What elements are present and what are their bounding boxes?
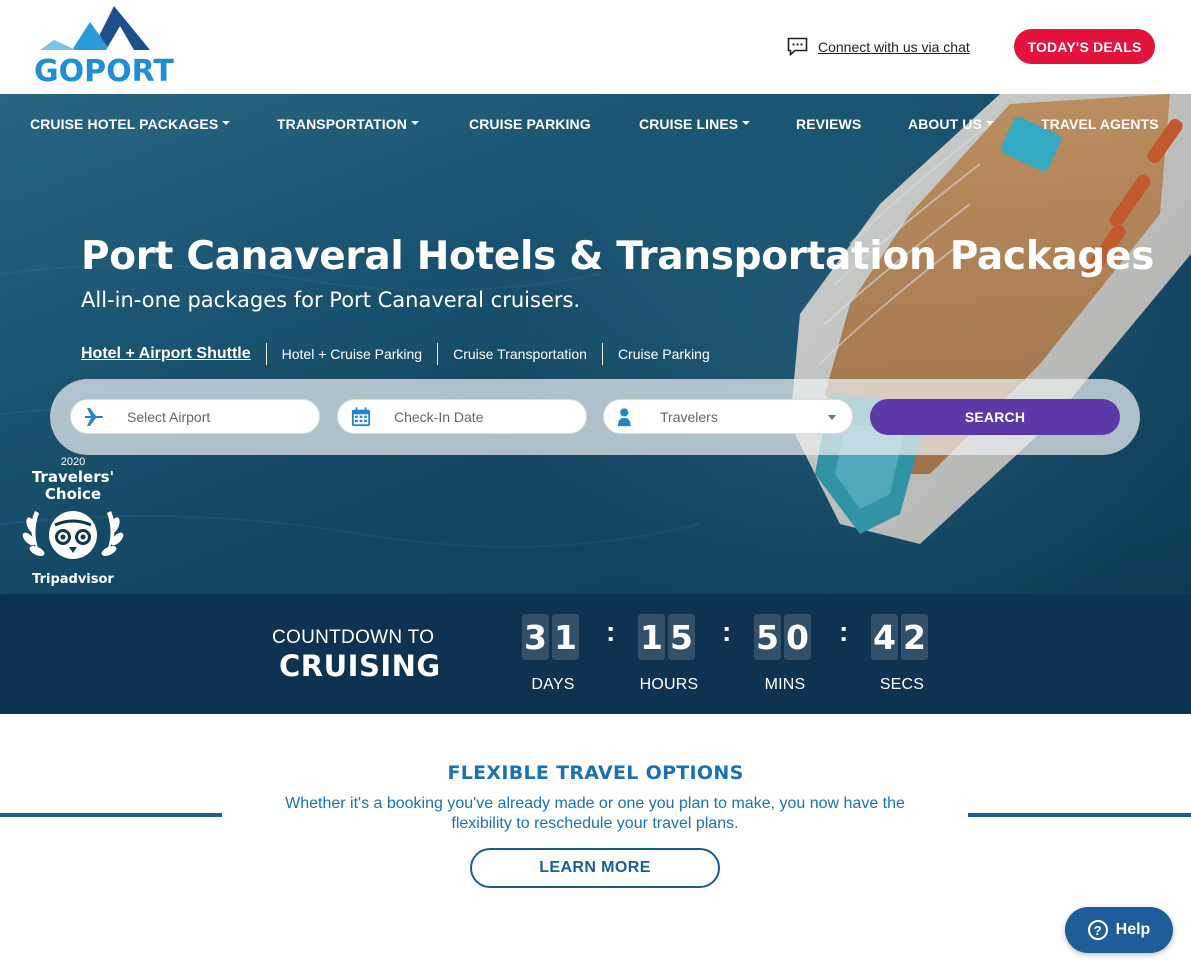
learn-more-button[interactable]: LEARN MORE <box>470 848 720 888</box>
hours-label: HOURS <box>639 676 699 693</box>
flexible-travel-section: FLEXIBLE TRAVEL OPTIONS Whether it's a b… <box>0 714 1191 960</box>
mins-digit-2: 0 <box>784 614 811 660</box>
days-label: DAYS <box>531 676 575 693</box>
main-nav: CRUISE HOTEL PACKAGES TRANSPORTATION CRU… <box>0 94 1191 154</box>
divider-right <box>968 813 1191 817</box>
search-bar: Select Airport Check-In Date Travelers S… <box>50 379 1140 455</box>
check-in-date-placeholder: Check-In Date <box>394 409 484 425</box>
tab-hotel-cruise-parking[interactable]: Hotel + Cruise Parking <box>265 343 437 365</box>
flexible-travel-text: Whether it's a booking you've already ma… <box>285 795 905 832</box>
tripadvisor-owl-laurel-icon <box>22 511 124 559</box>
person-icon <box>617 408 631 427</box>
countdown-section: COUNTDOWN TO CRUISING 3 1 : 1 5 : 5 0 : … <box>0 594 1191 714</box>
secs-digit-2: 2 <box>901 614 928 660</box>
nav-label: CRUISE HOTEL PACKAGES <box>30 116 219 132</box>
nav-label: TRAVEL AGENTS <box>1041 116 1159 132</box>
help-button[interactable]: ? Help <box>1065 907 1173 953</box>
days-digit-1: 3 <box>522 614 549 660</box>
tab-hotel-airport-shuttle[interactable]: Hotel + Airport Shuttle <box>81 343 266 365</box>
badge-title-line2: Choice <box>44 485 102 503</box>
hours-digit-1: 1 <box>638 614 665 660</box>
caret-down-icon <box>222 121 231 126</box>
badge-title-line1: Travelers' <box>31 468 115 486</box>
logo-mark-icon <box>40 6 150 50</box>
countdown-separator: : <box>722 616 732 647</box>
help-label: Help <box>1115 921 1151 938</box>
countdown-title-big: CRUISING <box>279 649 441 683</box>
caret-down-icon <box>742 121 751 126</box>
badge-brand: Tripadvisor <box>32 572 114 587</box>
tripadvisor-travelers-choice-badge[interactable]: 2020 Travelers' Choice Tripadvisor <box>20 456 126 587</box>
search-button[interactable]: SEARCH <box>870 399 1120 435</box>
site-header: GOPORT Connect with us via chat TODAY'S … <box>0 0 1191 94</box>
divider-left <box>0 813 222 817</box>
countdown-separator: : <box>606 616 616 647</box>
package-tabs: Hotel + Airport Shuttle Hotel + Cruise P… <box>81 342 725 366</box>
countdown-title-small: COUNTDOWN TO <box>272 627 435 648</box>
nav-cruise-hotel-packages[interactable]: CRUISE HOTEL PACKAGES <box>30 116 231 132</box>
hero-title: Port Canaveral Hotels & Transportation P… <box>81 234 1155 279</box>
nav-label: ABOUT US <box>908 116 982 132</box>
chat-link[interactable]: Connect with us via chat <box>787 37 970 56</box>
dropdown-caret-icon <box>828 415 836 420</box>
travelers-select[interactable]: Travelers <box>603 399 853 434</box>
calendar-icon <box>351 407 371 427</box>
goport-logo[interactable]: GOPORT <box>34 6 194 90</box>
countdown-separator: : <box>839 616 849 647</box>
hours-digit-2: 5 <box>668 614 695 660</box>
chat-link-label: Connect with us via chat <box>818 38 970 55</box>
airplane-icon <box>85 408 103 426</box>
caret-down-icon <box>410 121 419 126</box>
tab-cruise-transportation[interactable]: Cruise Transportation <box>437 343 602 365</box>
nav-about-us[interactable]: ABOUT US <box>908 116 994 132</box>
secs-label: SECS <box>879 676 925 693</box>
chat-bubble-icon <box>787 37 808 56</box>
question-mark-icon: ? <box>1087 920 1108 940</box>
flexible-travel-title: FLEXIBLE TRAVEL OPTIONS <box>447 762 744 784</box>
hero-subtitle: All-in-one packages for Port Canaveral c… <box>81 288 581 312</box>
select-airport-placeholder: Select Airport <box>127 409 211 425</box>
caret-down-icon <box>985 121 994 126</box>
logo-text: GOPORT <box>34 54 174 89</box>
check-in-date-field[interactable]: Check-In Date <box>337 399 587 434</box>
travelers-label: Travelers <box>660 409 718 425</box>
nav-label: CRUISE LINES <box>639 116 739 132</box>
nav-label: TRANSPORTATION <box>277 116 407 132</box>
mins-digit-1: 5 <box>754 614 781 660</box>
nav-transportation[interactable]: TRANSPORTATION <box>277 116 419 132</box>
todays-deals-button[interactable]: TODAY'S DEALS <box>1014 29 1155 64</box>
days-digit-2: 1 <box>552 614 579 660</box>
nav-label: CRUISE PARKING <box>469 116 591 132</box>
nav-cruise-parking[interactable]: CRUISE PARKING <box>469 116 591 132</box>
tab-cruise-parking[interactable]: Cruise Parking <box>601 343 725 365</box>
hero-section: CRUISE HOTEL PACKAGES TRANSPORTATION CRU… <box>0 94 1191 594</box>
mins-label: MINS <box>764 676 806 693</box>
nav-cruise-lines[interactable]: CRUISE LINES <box>639 116 751 132</box>
nav-label: REVIEWS <box>796 116 862 132</box>
nav-reviews[interactable]: REVIEWS <box>796 116 861 132</box>
nav-travel-agents[interactable]: TRAVEL AGENTS <box>1041 116 1159 132</box>
select-airport-field[interactable]: Select Airport <box>70 399 320 434</box>
secs-digit-1: 4 <box>871 614 898 660</box>
